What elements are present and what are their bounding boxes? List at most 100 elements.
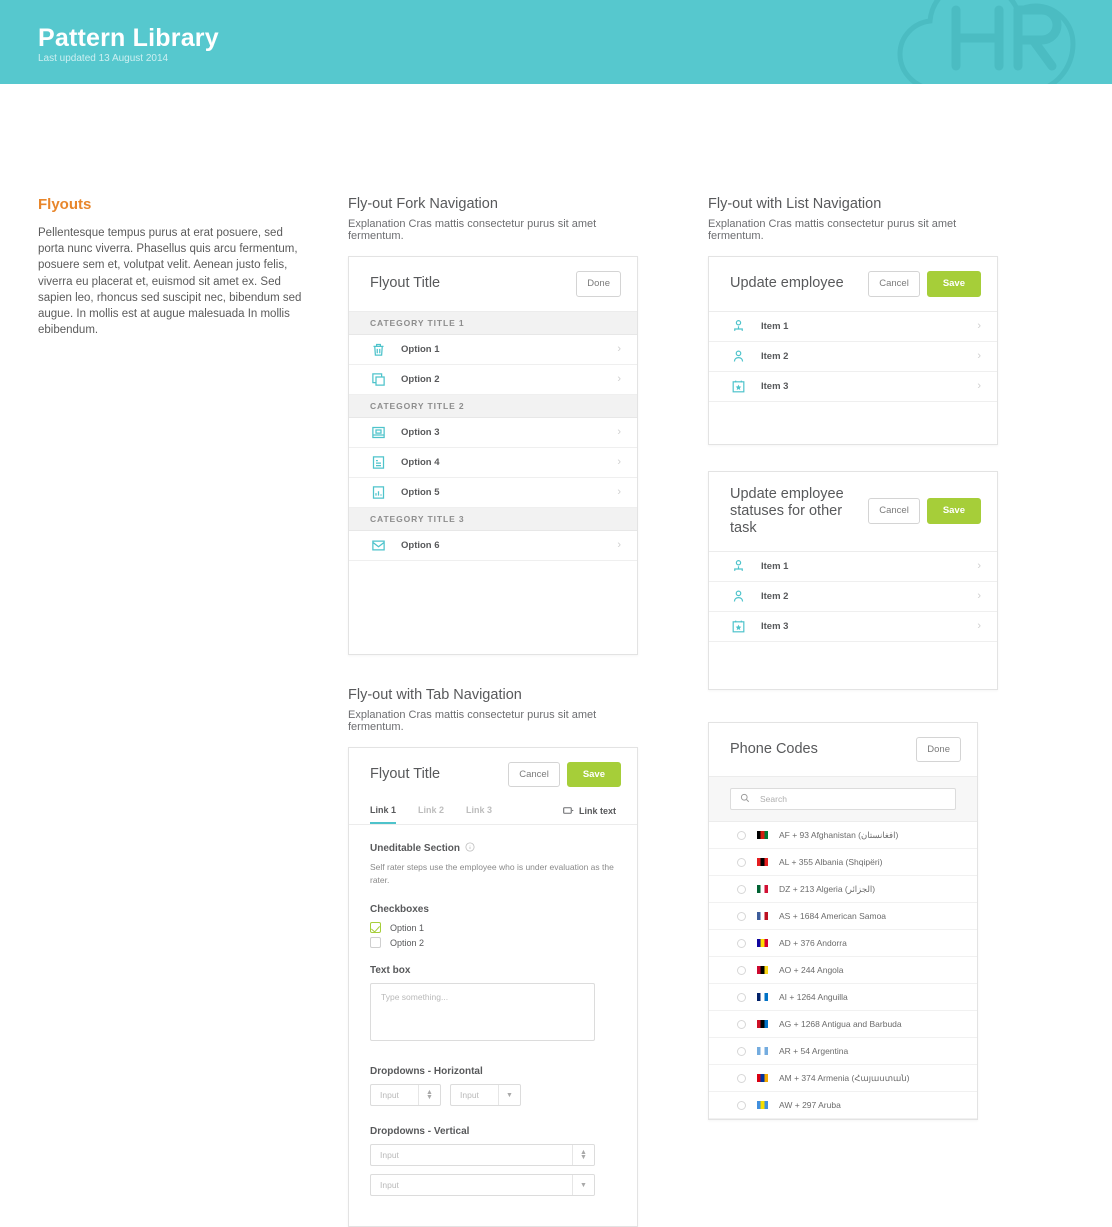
done-button[interactable]: Done [916, 737, 961, 763]
list-item[interactable]: Item 2 › [709, 582, 997, 612]
dropdown-stepper-input-vertical[interactable] [371, 1145, 572, 1165]
list-item[interactable]: Item 3 › [709, 612, 997, 642]
tab-nav-actions: Cancel Save [508, 762, 621, 788]
phone-code-row[interactable]: DZ + 213 Algeria (الجزائر) [709, 876, 977, 903]
person-org-icon [730, 558, 747, 575]
checkbox-option-1-label: Option 1 [390, 923, 424, 933]
textbox-input[interactable] [370, 983, 595, 1041]
calendar-star-icon [730, 618, 747, 635]
phone-code-radio[interactable] [737, 993, 746, 1002]
chevron-right-icon: › [977, 560, 981, 572]
phone-code-radio[interactable] [737, 858, 746, 867]
checkbox-row-1[interactable]: Option 1 [370, 922, 616, 933]
chevron-right-icon: › [617, 486, 621, 498]
option-row[interactable]: Option 2 › [349, 365, 637, 395]
update-employee-statuses-flyout: Update employee statuses for other task … [708, 471, 998, 690]
stepper-updown-icon[interactable]: ▲▼ [418, 1085, 440, 1105]
person-icon [730, 588, 747, 605]
checkbox-row-2[interactable]: Option 2 [370, 937, 616, 948]
checkbox-option-1[interactable] [370, 922, 381, 933]
tab-right-link[interactable]: Link text [563, 806, 616, 817]
tab-link-3[interactable]: Link 3 [466, 798, 492, 824]
flyouts-description: Pellentesque tempus purus at erat posuer… [38, 225, 310, 338]
dropdown-select-input[interactable] [451, 1085, 498, 1105]
fork-nav-empty-space [349, 561, 637, 654]
option-row[interactable]: Option 4 › [349, 448, 637, 478]
phone-code-row[interactable]: AF + 93 Afghanistan (افغانستان) [709, 822, 977, 849]
phone-codes-flyout: Phone Codes Done AF + 93 Afghanistan (اف… [708, 722, 978, 1121]
chevron-down-icon[interactable]: ▼ [498, 1085, 520, 1105]
phone-code-row[interactable]: AG + 1268 Antigua and Barbuda [709, 1011, 977, 1038]
fork-nav-subtitle: Explanation Cras mattis consectetur puru… [348, 218, 638, 242]
checkbox-option-2[interactable] [370, 937, 381, 948]
phone-code-radio[interactable] [737, 966, 746, 975]
option-label: Option 6 [401, 540, 617, 551]
tab-link-1[interactable]: Link 1 [370, 798, 396, 824]
dropdown-select-horizontal[interactable]: ▼ [450, 1084, 521, 1106]
country-flag-icon [757, 885, 768, 893]
phone-code-row[interactable]: AW + 297 Aruba [709, 1092, 977, 1119]
phone-code-radio[interactable] [737, 1047, 746, 1056]
phone-code-label: AR + 54 Argentina [779, 1046, 848, 1056]
list-nav-title: Fly-out with List Navigation [708, 196, 998, 212]
search-box[interactable] [730, 788, 956, 810]
save-button[interactable]: Save [927, 271, 981, 297]
phone-code-radio[interactable] [737, 1074, 746, 1083]
info-icon[interactable] [465, 842, 475, 855]
country-flag-icon [757, 993, 768, 1001]
tab-nav-subtitle: Explanation Cras mattis consectetur puru… [348, 709, 638, 733]
phone-codes-list: AF + 93 Afghanistan (افغانستان)AL + 355 … [709, 822, 977, 1119]
stepper-updown-icon[interactable]: ▲▼ [572, 1145, 594, 1165]
option-row[interactable]: Option 6 › [349, 531, 637, 561]
phone-code-row[interactable]: AI + 1264 Anguilla [709, 984, 977, 1011]
list-item[interactable]: Item 3 › [709, 372, 997, 402]
chevron-right-icon: › [617, 426, 621, 438]
phone-codes-title: Phone Codes [730, 741, 818, 758]
tab-link-2[interactable]: Link 2 [418, 798, 444, 824]
country-flag-icon [757, 939, 768, 947]
dropdown-stepper-vertical[interactable]: ▲▼ [370, 1144, 595, 1166]
save-button[interactable]: Save [567, 762, 621, 788]
flyout-empty-space [709, 402, 997, 444]
dropdown-stepper-horizontal[interactable]: ▲▼ [370, 1084, 441, 1106]
phone-code-radio[interactable] [737, 831, 746, 840]
textbox-label: Text box [370, 965, 616, 976]
dropdowns-vertical-label: Dropdowns - Vertical [370, 1126, 616, 1137]
phone-code-row[interactable]: AS + 1684 American Samoa [709, 903, 977, 930]
dropdown-select-input-vertical[interactable] [371, 1175, 572, 1195]
fork-nav-flyout: Flyout Title Done Category Title 1 Optio… [348, 256, 638, 655]
list-item[interactable]: Item 2 › [709, 342, 997, 372]
dropdown-stepper-input[interactable] [371, 1085, 418, 1105]
list-item[interactable]: Item 1 › [709, 552, 997, 582]
chevron-right-icon: › [977, 320, 981, 332]
phone-code-row[interactable]: AO + 244 Angola [709, 957, 977, 984]
phone-code-row[interactable]: AM + 374 Armenia (Հայաստան) [709, 1065, 977, 1092]
cancel-button[interactable]: Cancel [868, 271, 920, 297]
option-row[interactable]: Option 5 › [349, 478, 637, 508]
phone-code-radio[interactable] [737, 912, 746, 921]
app-header: Pattern Library Last updated 13 August 2… [0, 0, 1112, 84]
cancel-button[interactable]: Cancel [508, 762, 560, 788]
document-text-icon [370, 454, 387, 471]
phone-code-row[interactable]: AR + 54 Argentina [709, 1038, 977, 1065]
list-item-label: Item 1 [761, 561, 977, 572]
chevron-down-icon[interactable]: ▼ [572, 1175, 594, 1195]
done-button[interactable]: Done [576, 271, 621, 297]
list-item-label: Item 3 [761, 381, 977, 392]
phone-code-row[interactable]: AL + 355 Albania (Shqipëri) [709, 849, 977, 876]
option-row[interactable]: Option 3 › [349, 418, 637, 448]
dropdowns-horizontal-label: Dropdowns - Horizontal [370, 1066, 616, 1077]
tab-nav-title: Fly-out with Tab Navigation [348, 687, 638, 703]
phone-code-radio[interactable] [737, 1020, 746, 1029]
dropdown-select-vertical[interactable]: ▼ [370, 1174, 595, 1196]
phone-code-radio[interactable] [737, 885, 746, 894]
save-button[interactable]: Save [927, 498, 981, 524]
chevron-right-icon: › [977, 590, 981, 602]
phone-code-row[interactable]: AD + 376 Andorra [709, 930, 977, 957]
list-item[interactable]: Item 1 › [709, 312, 997, 342]
phone-code-radio[interactable] [737, 939, 746, 948]
phone-code-radio[interactable] [737, 1101, 746, 1110]
cancel-button[interactable]: Cancel [868, 498, 920, 524]
option-row[interactable]: Option 1 › [349, 335, 637, 365]
search-input[interactable] [758, 793, 946, 805]
